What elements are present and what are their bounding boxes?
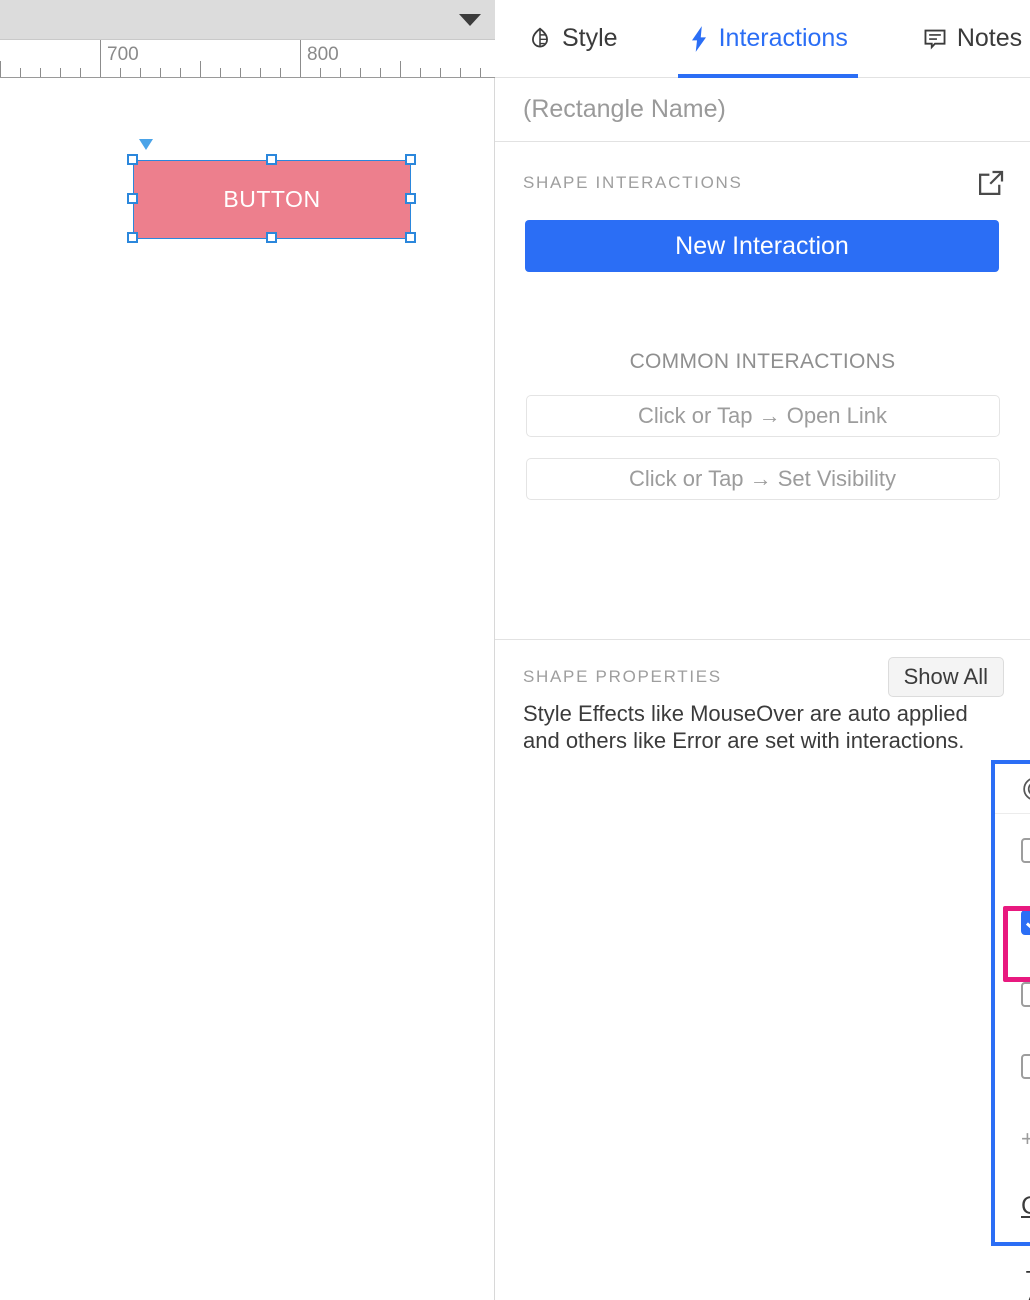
ruler-tick <box>200 61 201 77</box>
shape-name-value: (Rectangle Name) <box>523 95 726 123</box>
ruler-tick <box>100 40 101 77</box>
resize-handle-top-right[interactable] <box>405 154 416 165</box>
common-interaction-set-visibility[interactable]: Click or Tap → Set Visibility <box>525 458 1000 500</box>
ruler-tick <box>380 68 381 77</box>
chevron-down-icon[interactable] <box>459 14 481 26</box>
tab-active-underline <box>677 73 858 78</box>
fill-color-checkbox[interactable] <box>1021 909 1030 935</box>
mouseover-style-header[interactable]: MouseOver Style <box>995 764 1030 814</box>
external-link-icon[interactable] <box>976 168 1006 198</box>
ruler-tick <box>60 68 61 77</box>
ruler-tick <box>340 68 341 77</box>
tab-interactions[interactable]: Interactions <box>677 0 858 78</box>
shape-name-field[interactable]: (Rectangle Name) <box>495 78 1030 142</box>
lightning-bolt-icon <box>688 25 710 53</box>
shape-properties-description: Style Effects like MouseOver are auto ap… <box>523 701 968 754</box>
ruler-tick <box>260 68 261 77</box>
tab-style[interactable]: Style <box>523 0 622 78</box>
tab-style-label: Style <box>562 24 618 52</box>
resize-handle-bottom-center[interactable] <box>266 232 277 243</box>
common-interactions-title: COMMON INTERACTIONS <box>629 350 896 373</box>
ruler-tick <box>220 68 221 77</box>
ruler-tick <box>40 68 41 77</box>
target-circles-icon <box>1021 775 1030 803</box>
resize-handle-bottom-left[interactable] <box>127 232 138 243</box>
resize-handle-middle-right[interactable] <box>405 193 416 204</box>
more-style-properties-link[interactable]: + More Style Properties <box>1021 1126 1030 1152</box>
row-opacity: Opacity (%) 100 <box>995 1030 1030 1102</box>
resize-handle-top-left[interactable] <box>127 154 138 165</box>
ruler-tick <box>420 68 421 77</box>
tab-interactions-label: Interactions <box>718 24 848 52</box>
new-interaction-button[interactable]: New Interaction <box>525 220 999 272</box>
speech-bubble-icon <box>922 26 948 52</box>
inspector-panel: Style Interactions Notes (Rectangle Name… <box>495 0 1030 1300</box>
ruler-tick <box>440 68 441 77</box>
ruler-tick <box>300 40 301 77</box>
widget-style-checkbox[interactable] <box>1021 837 1030 863</box>
ruler-tick <box>0 61 1 77</box>
ruler-tick <box>160 68 161 77</box>
shape-properties-header: SHAPE PROPERTIES Show All <box>495 639 1030 697</box>
ruler-tick <box>460 68 461 77</box>
ruler-tick <box>400 61 401 77</box>
add-style-effect-link[interactable]: + Add Style Effect <box>1025 1258 1030 1300</box>
opacity-checkbox[interactable] <box>1021 1053 1030 1079</box>
resize-handle-bottom-right[interactable] <box>405 232 416 243</box>
ruler-tick <box>20 68 21 77</box>
shape-interactions-header: SHAPE INTERACTIONS <box>495 142 1030 204</box>
font-color-checkbox[interactable] <box>1021 981 1030 1007</box>
ruler-tick <box>240 68 241 77</box>
style-leaf-icon <box>527 26 553 52</box>
ruler-tick <box>360 68 361 77</box>
show-all-button[interactable]: Show All <box>887 657 1004 697</box>
button-shape-label: BUTTON <box>223 186 321 212</box>
row-widget-style: Widget Style Default <box>995 814 1030 886</box>
common-interaction-open-link[interactable]: Click or Tap → Open Link <box>525 395 1000 437</box>
ruler-tick <box>280 68 281 77</box>
horizontal-ruler: 700 800 <box>0 40 495 78</box>
canvas-pane: 700 800 BUTTON <box>0 0 495 1300</box>
tab-notes-label: Notes <box>956 24 1023 52</box>
shape-interactions-title: SHAPE INTERACTIONS <box>523 173 743 192</box>
ruler-label: 700 <box>107 44 139 65</box>
ruler-tick <box>480 68 481 77</box>
button-shape[interactable]: BUTTON <box>133 160 411 239</box>
resize-handle-top-center[interactable] <box>266 154 277 165</box>
ruler-tick <box>140 68 141 77</box>
resize-handle-middle-left[interactable] <box>127 193 138 204</box>
ruler-tick <box>180 68 181 77</box>
ruler-tick <box>320 68 321 77</box>
canvas-toolbar <box>0 0 495 40</box>
rotate-handle-icon[interactable] <box>139 139 153 150</box>
ruler-label: 800 <box>307 44 339 65</box>
inspector-tabs: Style Interactions Notes <box>495 0 1030 78</box>
tab-notes[interactable]: Notes <box>918 0 1026 78</box>
cancel-button[interactable]: Cancel <box>1021 1192 1030 1221</box>
row-font-color: Font Color <box>995 958 1030 1030</box>
row-fill-color: Fill Color <box>995 886 1030 958</box>
app-root: 700 800 BUTTON Style Interactions Notes … <box>0 0 1030 1300</box>
selected-shape-group[interactable]: BUTTON <box>127 139 416 243</box>
style-effect-editor-card: MouseOver Style Widget Style Default <box>991 760 1030 1246</box>
shape-properties-title: SHAPE PROPERTIES <box>523 667 722 686</box>
ruler-tick <box>120 68 121 77</box>
ruler-tick <box>80 68 81 77</box>
